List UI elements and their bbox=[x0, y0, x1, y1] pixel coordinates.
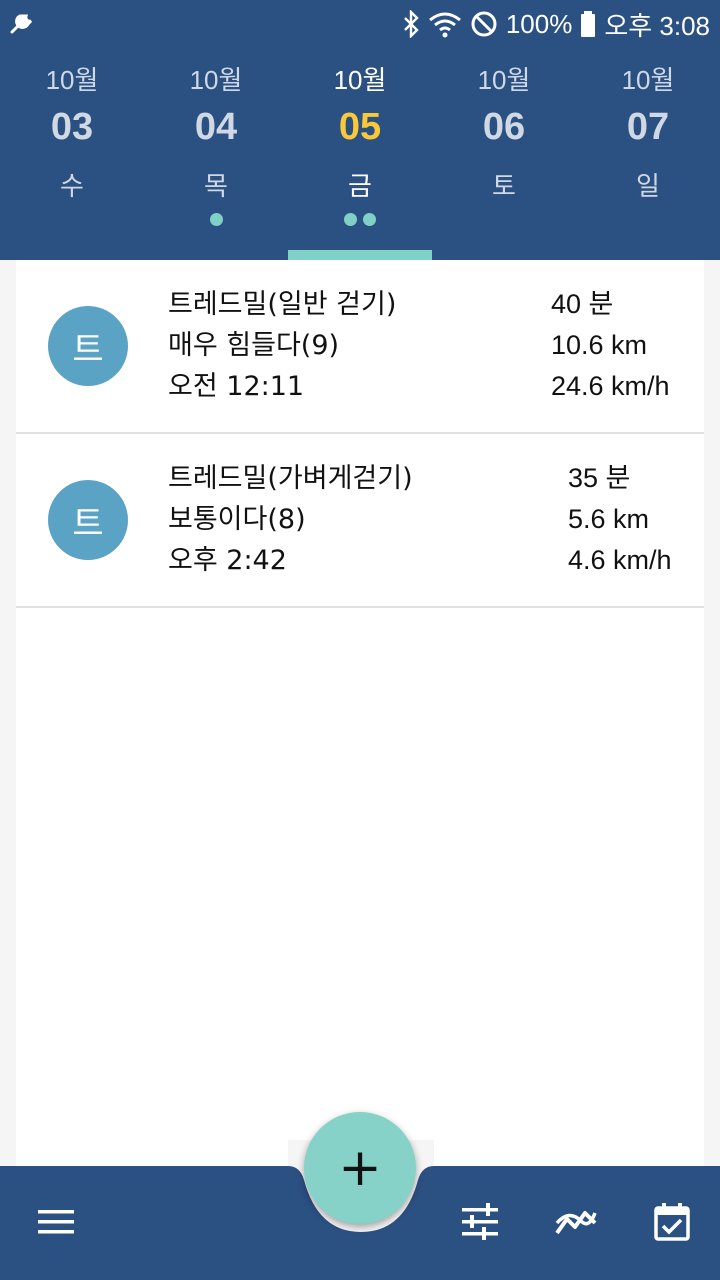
date-selector: 10월 03 수 10월 04 목 10월 05 금 10월 06 토 10월 … bbox=[0, 48, 720, 260]
bluetooth-icon bbox=[402, 10, 420, 38]
list-item[interactable]: 트 트레드밀(가벼게걷기) 보통이다(8) 오후 2:42 35 분 5.6 k… bbox=[16, 434, 704, 608]
workout-speed: 4.6 km/h bbox=[568, 545, 672, 575]
workout-duration: 35 분 bbox=[568, 463, 631, 493]
event-dot bbox=[209, 213, 223, 226]
workout-speed: 24.6 km/h bbox=[551, 371, 670, 401]
date-item[interactable]: 10월 06 토 bbox=[432, 48, 576, 248]
workout-time: 오후 2:42 bbox=[168, 545, 287, 576]
battery-percent: 100% bbox=[505, 8, 573, 39]
workout-intensity: 매우 힘들다(9) bbox=[168, 330, 340, 361]
trend-chart-icon[interactable] bbox=[554, 1200, 598, 1244]
wrench-icon bbox=[8, 10, 34, 36]
status-bar: 100% 오후 3:08 bbox=[0, 0, 720, 48]
workout-distance: 10.6 km bbox=[551, 330, 648, 360]
selected-tab-indicator bbox=[288, 250, 432, 260]
date-item[interactable]: 10월 07 일 bbox=[576, 48, 720, 248]
date-item[interactable]: 10월 03 수 bbox=[0, 48, 144, 248]
event-dot bbox=[363, 213, 376, 226]
event-dots bbox=[144, 213, 288, 226]
date-item-selected[interactable]: 10월 05 금 bbox=[288, 48, 432, 248]
list-item[interactable]: 트 트레드밀(일반 걷기) 매우 힘들다(9) 오전 12:11 40 분 10… bbox=[16, 260, 704, 434]
avatar: 트 bbox=[48, 480, 128, 560]
calendar-check-icon[interactable] bbox=[650, 1200, 694, 1244]
filter-sliders-icon[interactable] bbox=[458, 1200, 502, 1244]
do-not-disturb-icon bbox=[470, 10, 498, 38]
event-dots bbox=[288, 213, 432, 226]
workout-duration: 40 분 bbox=[551, 289, 614, 319]
menu-icon[interactable] bbox=[34, 1200, 78, 1244]
workout-name: 트레드밀(가벼게걷기) bbox=[168, 463, 413, 494]
workout-time: 오전 12:11 bbox=[168, 371, 305, 402]
event-dot bbox=[344, 213, 357, 226]
battery-icon bbox=[580, 10, 596, 38]
add-workout-button[interactable]: + bbox=[304, 1112, 416, 1224]
wifi-icon bbox=[428, 10, 462, 38]
workout-intensity: 보통이다(8) bbox=[168, 504, 306, 535]
clock: 오후 3:08 bbox=[604, 10, 710, 41]
workout-list: 트 트레드밀(일반 걷기) 매우 힘들다(9) 오전 12:11 40 분 10… bbox=[16, 260, 704, 1166]
date-item[interactable]: 10월 04 목 bbox=[144, 48, 288, 248]
avatar: 트 bbox=[48, 306, 128, 386]
workout-distance: 5.6 km bbox=[568, 504, 650, 534]
workout-name: 트레드밀(일반 걷기) bbox=[168, 289, 397, 320]
